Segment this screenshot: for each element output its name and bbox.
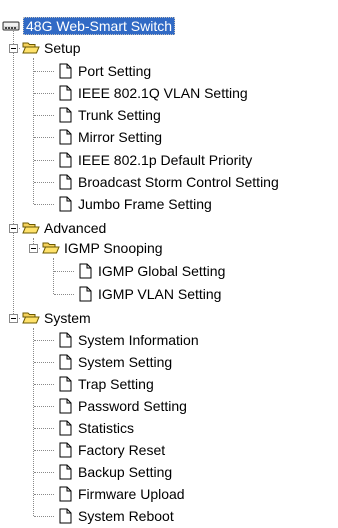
tree-item-igmp-global[interactable]: IGMP Global Setting [76, 260, 225, 282]
tree-line [33, 328, 34, 516]
tree-line [34, 93, 54, 94]
tree-item-statistics[interactable]: Statistics [56, 417, 134, 439]
tree-item-label: Trap Setting [78, 376, 154, 392]
folder-open-icon [42, 240, 60, 256]
tree-item-trap-setting[interactable]: Trap Setting [56, 373, 154, 395]
folder-open-icon [22, 310, 40, 326]
tree-item-label: IGMP Global Setting [98, 263, 226, 279]
tree-root[interactable]: 48G Web-Smart Switch [2, 15, 176, 37]
tree-line [34, 362, 54, 363]
tree-item-label: Backup Setting [78, 464, 173, 480]
tree-item-label: Port Setting [78, 63, 152, 79]
tree-item-label: System Setting [78, 354, 173, 370]
document-icon [56, 376, 74, 392]
document-icon [76, 263, 94, 279]
tree-line [34, 494, 54, 495]
document-icon [56, 464, 74, 480]
document-icon [56, 129, 74, 145]
tree-folder-igmp-snooping[interactable]: IGMP Snooping [42, 237, 163, 259]
tree-line [54, 271, 74, 272]
tree-line [34, 71, 54, 72]
tree-item-storm-control[interactable]: Broadcast Storm Control Setting [56, 171, 279, 193]
document-icon [56, 398, 74, 414]
tree-folder-setup[interactable]: Setup [22, 37, 81, 59]
tree-line [34, 137, 54, 138]
tree-folder-label: System [44, 310, 91, 326]
document-icon [56, 332, 74, 348]
tree-item-firmware-upload[interactable]: Firmware Upload [56, 483, 185, 505]
tree-item-label: Jumbo Frame Setting [78, 196, 212, 212]
tree-item-label: IEEE 802.1p Default Priority [78, 152, 253, 168]
tree-item-label: Factory Reset [78, 442, 166, 458]
tree-item-label: Statistics [78, 420, 135, 436]
tree-line [34, 160, 54, 161]
tree-item-jumbo-frame[interactable]: Jumbo Frame Setting [56, 193, 212, 215]
tree-item-label: System Information [78, 332, 199, 348]
tree-item-igmp-vlan[interactable]: IGMP VLAN Setting [76, 283, 221, 305]
document-icon [56, 152, 74, 168]
tree-line [34, 115, 54, 116]
tree-folder-label: Setup [44, 40, 81, 56]
folder-open-icon [22, 40, 40, 56]
collapse-toggle-setup[interactable] [9, 44, 18, 53]
tree-item-system-reboot[interactable]: System Reboot [56, 505, 174, 527]
collapse-toggle-advanced[interactable] [9, 224, 18, 233]
tree-item-backup-setting[interactable]: Backup Setting [56, 461, 172, 483]
tree-line [34, 406, 54, 407]
switch-icon [2, 18, 20, 34]
document-icon [56, 107, 74, 123]
tree-item-label: Firmware Upload [78, 486, 185, 502]
document-icon [56, 420, 74, 436]
tree-item-label: Mirror Setting [78, 129, 163, 145]
tree-line [34, 428, 54, 429]
document-icon [56, 354, 74, 370]
document-icon [56, 174, 74, 190]
tree-line [13, 26, 14, 318]
folder-open-icon [22, 220, 40, 236]
tree-line [54, 294, 74, 295]
document-icon [56, 196, 74, 212]
document-icon [56, 85, 74, 101]
document-icon [56, 508, 74, 524]
tree-item-mirror-setting[interactable]: Mirror Setting [56, 126, 162, 148]
tree-line [34, 516, 54, 517]
collapse-toggle-igmp[interactable] [29, 244, 38, 253]
tree-item-factory-reset[interactable]: Factory Reset [56, 439, 165, 461]
tree-line [53, 258, 54, 294]
tree-item-vlan-setting[interactable]: IEEE 802.1Q VLAN Setting [56, 82, 248, 104]
tree-item-trunk-setting[interactable]: Trunk Setting [56, 104, 161, 126]
tree-line [34, 384, 54, 385]
tree-item-password-setting[interactable]: Password Setting [56, 395, 187, 417]
tree-line [34, 182, 54, 183]
tree-item-system-information[interactable]: System Information [56, 329, 199, 351]
tree-item-label: Broadcast Storm Control Setting [78, 174, 279, 190]
tree-folder-label: Advanced [44, 220, 107, 236]
tree-item-label: IEEE 802.1Q VLAN Setting [78, 85, 248, 101]
tree-item-label: Trunk Setting [78, 107, 161, 123]
tree-line [34, 340, 54, 341]
document-icon [56, 442, 74, 458]
document-icon [76, 286, 94, 302]
collapse-toggle-system[interactable] [9, 314, 18, 323]
tree-line [34, 450, 54, 451]
tree-item-default-priority[interactable]: IEEE 802.1p Default Priority [56, 149, 252, 171]
tree-line [34, 204, 54, 205]
tree-item-system-setting[interactable]: System Setting [56, 351, 172, 373]
tree-folder-label: IGMP Snooping [64, 240, 163, 256]
tree-folder-system[interactable]: System [22, 307, 91, 329]
tree-item-port-setting[interactable]: Port Setting [56, 60, 151, 82]
tree-folder-advanced[interactable]: Advanced [22, 217, 106, 239]
tree-item-label: System Reboot [78, 508, 174, 524]
tree-item-label: IGMP VLAN Setting [98, 286, 222, 302]
tree-item-label: Password Setting [78, 398, 187, 414]
tree-line [34, 472, 54, 473]
document-icon [56, 486, 74, 502]
document-icon [56, 63, 74, 79]
tree-root-label: 48G Web-Smart Switch [23, 17, 176, 35]
